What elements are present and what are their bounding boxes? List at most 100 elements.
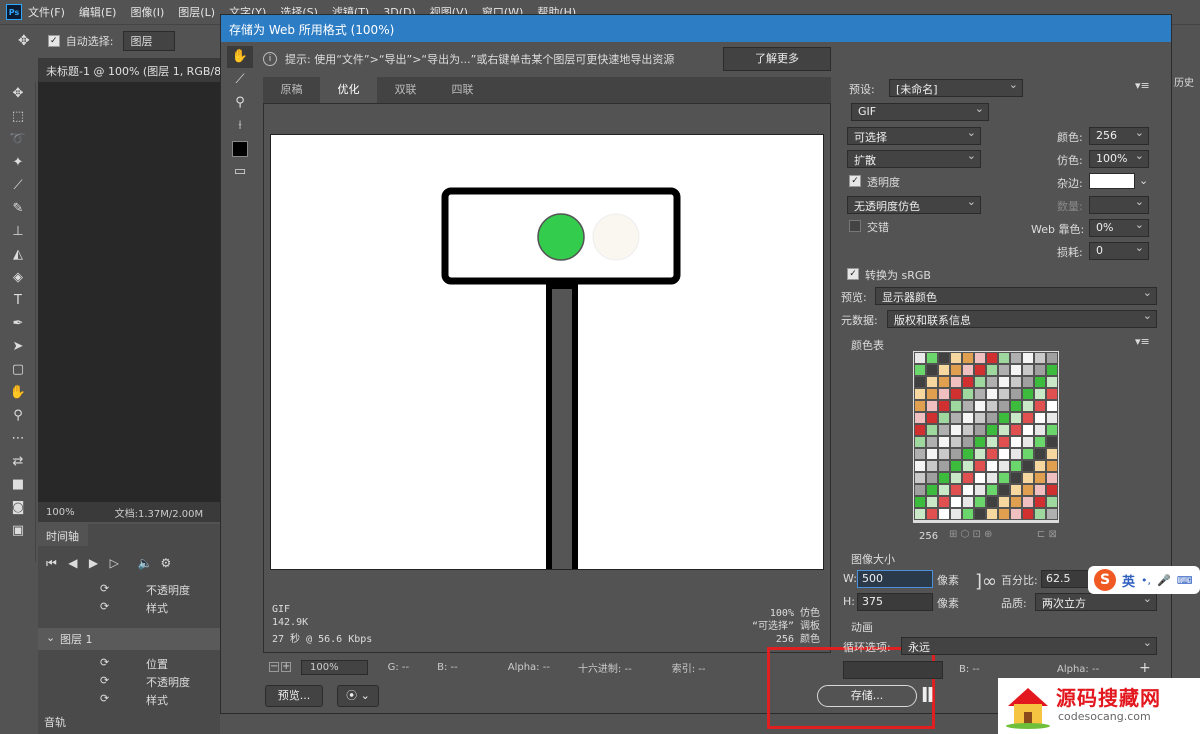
color-swatch[interactable] xyxy=(974,352,986,364)
color-swatch[interactable] xyxy=(1034,424,1046,436)
color-swatch[interactable] xyxy=(950,388,962,400)
color-swatch[interactable] xyxy=(926,400,938,412)
move-tool-icon[interactable]: ✥ xyxy=(18,33,30,49)
color-swatch[interactable] xyxy=(962,412,974,424)
eraser-icon[interactable]: ◭ xyxy=(0,243,36,266)
color-swatch[interactable] xyxy=(938,448,950,460)
color-swatch[interactable] xyxy=(1010,412,1022,424)
pen-icon[interactable]: ✒ xyxy=(0,312,36,335)
width-input[interactable]: 500 xyxy=(857,570,933,588)
color-swatch[interactable] xyxy=(974,376,986,388)
color-swatch[interactable] xyxy=(938,388,950,400)
link-proportions-icon[interactable]: ]∞ xyxy=(975,571,997,592)
color-swatch[interactable] xyxy=(974,460,986,472)
color-swatch[interactable] xyxy=(950,400,962,412)
color-swatch[interactable] xyxy=(914,460,926,472)
color-swatch[interactable] xyxy=(1010,448,1022,460)
height-input[interactable]: 375 xyxy=(857,593,933,611)
color-swatch[interactable] xyxy=(1034,436,1046,448)
color-swatch[interactable] xyxy=(986,364,998,376)
color-swatch[interactable] xyxy=(914,436,926,448)
color-swatch[interactable] xyxy=(998,472,1010,484)
color-swatch[interactable] xyxy=(1010,460,1022,472)
color-swatch[interactable] xyxy=(1046,472,1058,484)
color-swatch[interactable] xyxy=(914,508,926,520)
color-swatch[interactable] xyxy=(926,460,938,472)
menu-file[interactable]: 文件(F) xyxy=(28,4,65,20)
timeline-layer-row[interactable]: ⌄ 图层 1 xyxy=(38,628,220,650)
document-tab[interactable]: 未标题-1 @ 100% (图层 1, RGB/8#) xyxy=(38,58,220,82)
web-snap-select[interactable]: 0% xyxy=(1089,219,1149,237)
color-swatch[interactable] xyxy=(914,484,926,496)
eyedropper-color-icon[interactable] xyxy=(227,138,253,160)
color-swatch[interactable] xyxy=(962,364,974,376)
color-swatch[interactable] xyxy=(974,496,986,508)
color-swatch[interactable] xyxy=(950,448,962,460)
color-swatch[interactable] xyxy=(1010,400,1022,412)
color-swatch[interactable] xyxy=(938,376,950,388)
color-swatch[interactable] xyxy=(974,388,986,400)
color-swatch[interactable] xyxy=(1034,484,1046,496)
auto-select-checkbox[interactable]: ✓ xyxy=(47,34,60,47)
hand-icon[interactable]: ✋ xyxy=(0,381,36,404)
color-swatch[interactable] xyxy=(962,484,974,496)
color-swatch[interactable] xyxy=(974,424,986,436)
tab-4up[interactable]: 四联 xyxy=(434,77,491,103)
timeline-tab[interactable]: 时间轴 xyxy=(38,524,88,546)
color-swatch[interactable] xyxy=(1010,352,1022,364)
color-swatch[interactable] xyxy=(998,496,1010,508)
color-swatch[interactable] xyxy=(1034,508,1046,520)
preview-select[interactable]: 显示器颜色 xyxy=(875,287,1157,305)
color-swatch[interactable] xyxy=(986,388,998,400)
color-swatch[interactable] xyxy=(962,376,974,388)
color-swatch[interactable] xyxy=(998,436,1010,448)
color-swatch[interactable] xyxy=(1022,424,1034,436)
color-swatch[interactable] xyxy=(914,388,926,400)
color-swatch[interactable] xyxy=(1010,364,1022,376)
color-swatch[interactable] xyxy=(938,484,950,496)
color-swatch[interactable] xyxy=(1022,412,1034,424)
color-swatch[interactable] xyxy=(962,352,974,364)
color-swatch[interactable] xyxy=(1022,460,1034,472)
quality-select[interactable]: 两次立方 xyxy=(1035,593,1157,611)
bucket-icon[interactable]: ◈ xyxy=(0,266,36,289)
loop-select[interactable]: 永远 xyxy=(901,637,1157,655)
color-swatch[interactable] xyxy=(1046,400,1058,412)
transparency-dither-select[interactable]: 无透明度仿色 xyxy=(847,196,981,214)
metadata-select[interactable]: 版权和联系信息 xyxy=(887,310,1157,328)
color-swatch[interactable] xyxy=(926,412,938,424)
color-swatch[interactable] xyxy=(974,436,986,448)
color-swatch[interactable] xyxy=(926,448,938,460)
color-swatch[interactable] xyxy=(926,352,938,364)
color-swatch[interactable] xyxy=(986,508,998,520)
color-swatch[interactable] xyxy=(986,460,998,472)
microphone-icon[interactable]: 🎤 xyxy=(1157,574,1171,587)
color-swatch[interactable] xyxy=(950,460,962,472)
color-swatch[interactable] xyxy=(962,508,974,520)
color-swatch[interactable] xyxy=(950,436,962,448)
color-swatch[interactable] xyxy=(950,364,962,376)
color-swatch[interactable] xyxy=(1022,376,1034,388)
color-swatch[interactable] xyxy=(986,412,998,424)
zoom-out-icon[interactable]: − xyxy=(269,662,279,672)
add-icon[interactable]: + xyxy=(1139,660,1151,676)
preview-button[interactable]: 预览... xyxy=(265,685,323,707)
dither-algorithm-select[interactable]: 扩散 xyxy=(847,150,981,168)
marquee-icon[interactable]: ⬚ xyxy=(0,105,36,128)
color-swatch[interactable] xyxy=(938,496,950,508)
quick-mask-icon[interactable]: ◙ xyxy=(0,496,36,519)
color-swatch[interactable] xyxy=(962,424,974,436)
color-swatch[interactable] xyxy=(974,472,986,484)
color-swatch[interactable] xyxy=(998,400,1010,412)
color-swatch[interactable] xyxy=(974,364,986,376)
color-swatch[interactable] xyxy=(938,412,950,424)
color-swatch[interactable] xyxy=(950,508,962,520)
color-table-actions[interactable]: ⊞ ⬡ ⊡ ⊕ ⊏ ⊠ xyxy=(949,529,1057,540)
ime-toolbar[interactable]: S 英 •, 🎤 ⌨ xyxy=(1088,566,1200,594)
color-swatch[interactable] xyxy=(986,400,998,412)
menu-edit[interactable]: 编辑(E) xyxy=(79,4,117,20)
color-swatch[interactable] xyxy=(1010,508,1022,520)
color-swatch[interactable] xyxy=(914,364,926,376)
auto-select-dropdown[interactable]: 图层 xyxy=(123,30,176,51)
color-swatch[interactable] xyxy=(986,496,998,508)
